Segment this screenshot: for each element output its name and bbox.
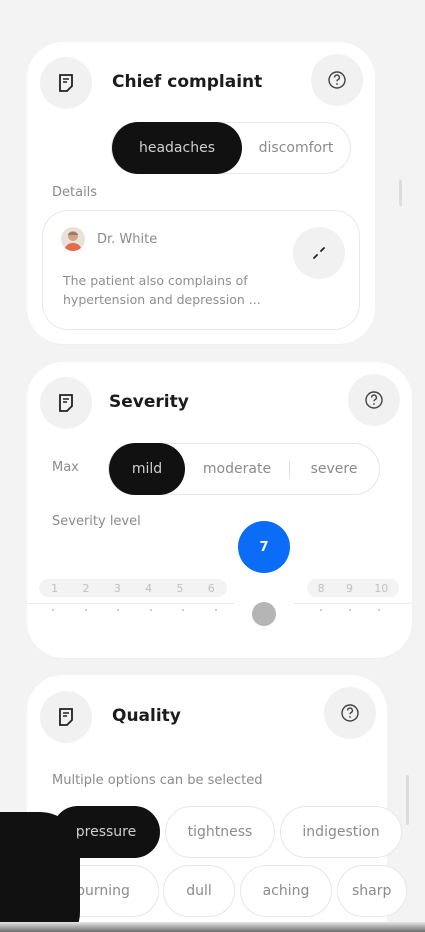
scale-10: 10	[374, 581, 389, 595]
option-discomfort[interactable]: discomfort	[242, 122, 350, 174]
expand-icon[interactable]	[293, 227, 345, 279]
scroll-indicator	[399, 180, 402, 206]
severity-value-bubble: 7	[238, 521, 290, 573]
option-mild[interactable]: mild	[109, 443, 185, 495]
note-icon	[40, 57, 92, 109]
option-moderate[interactable]: moderate	[185, 443, 289, 495]
scroll-indicator-2	[406, 775, 409, 825]
scale-2: 2	[82, 581, 90, 595]
scale-8: 8	[317, 581, 325, 595]
severity-title: Severity	[109, 392, 189, 412]
scale-3: 3	[113, 581, 121, 595]
scale-6: 6	[207, 581, 215, 595]
device-corner	[0, 812, 80, 932]
severity-level-label: Severity level	[52, 514, 141, 529]
help-icon[interactable]	[311, 54, 363, 106]
scale-4: 4	[145, 581, 153, 595]
chip-sharp[interactable]: sharp	[337, 865, 407, 917]
scale-5: 5	[176, 581, 184, 595]
chip-aching[interactable]: aching	[240, 865, 332, 917]
details-text: The patient also complains of hypertensi…	[63, 273, 261, 307]
quality-card: Quality Multiple options can be selected…	[27, 675, 407, 932]
option-headaches[interactable]: headaches	[112, 122, 242, 174]
quality-hint: Multiple options can be selected	[52, 773, 263, 788]
chief-complaint-card: Chief complaint headaches discomfort Det…	[27, 42, 375, 344]
max-label: Max	[52, 460, 79, 475]
complaint-selector: headaches discomfort	[111, 122, 351, 174]
slider-knob[interactable]	[252, 602, 276, 626]
option-severe[interactable]: severe	[290, 443, 378, 495]
severity-selector: mild moderate severe	[108, 443, 380, 495]
slider-track	[27, 603, 412, 604]
chief-complaint-title: Chief complaint	[112, 72, 263, 92]
help-icon[interactable]	[324, 687, 376, 739]
page: Chief complaint headaches discomfort Det…	[0, 0, 425, 932]
details-box[interactable]: Dr. White The patient also complains of …	[42, 210, 360, 330]
scale-left: 1 2 3 4 5 6	[39, 579, 227, 597]
note-icon	[40, 377, 92, 429]
note-icon	[40, 691, 92, 743]
doctor-avatar	[61, 227, 85, 251]
details-label: Details	[52, 185, 98, 200]
tick-dots-right	[320, 609, 380, 611]
scale-1: 1	[51, 581, 59, 595]
severity-card: Severity Max mild moderate severe Severi…	[27, 362, 412, 658]
quality-title: Quality	[112, 706, 181, 726]
bottom-edge	[0, 922, 425, 932]
tick-dots-left	[52, 609, 217, 611]
doctor-name: Dr. White	[97, 232, 158, 247]
chip-indigestion[interactable]: indigestion	[280, 806, 402, 858]
scale-right: 8 9 10	[307, 579, 399, 597]
chip-dull[interactable]: dull	[163, 865, 235, 917]
scale-9: 9	[345, 581, 353, 595]
chip-tightness[interactable]: tightness	[165, 806, 275, 858]
help-icon[interactable]	[348, 374, 400, 426]
